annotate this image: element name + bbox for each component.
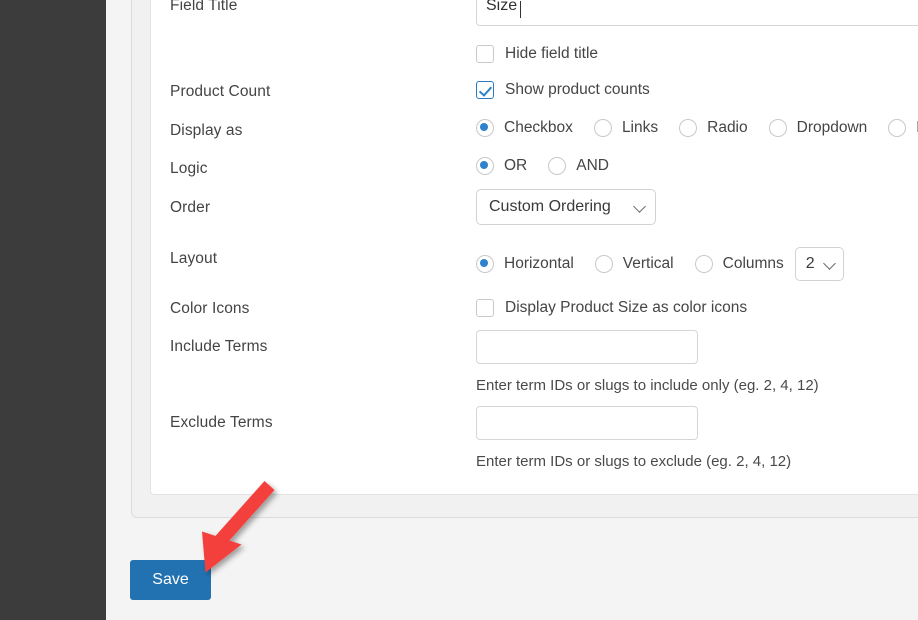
exclude-terms-control: Enter term IDs or slugs to exclude (eg. … — [476, 406, 791, 470]
label-product-count: Product Count — [170, 83, 271, 100]
show-product-counts-label: Show product counts — [505, 81, 650, 98]
display-as-radio-links[interactable] — [593, 119, 612, 137]
layout-radio-columns[interactable] — [694, 255, 713, 273]
order-select-value: Custom Ordering — [489, 198, 611, 215]
product-count-row[interactable]: Show product counts — [476, 81, 650, 99]
label-logic: Logic — [170, 160, 208, 177]
order-control: Custom Ordering — [476, 189, 656, 225]
exclude-terms-input[interactable] — [476, 406, 698, 440]
label-exclude-terms: Exclude Terms — [170, 414, 273, 431]
hide-field-title-row[interactable]: Hide field title — [476, 45, 918, 63]
display-as-label-radio: Radio — [707, 119, 748, 136]
order-select[interactable]: Custom Ordering — [476, 189, 656, 225]
logic-radio-and[interactable] — [548, 157, 567, 175]
admin-sidebar — [0, 0, 106, 620]
logic-label-or: OR — [504, 157, 528, 174]
hide-field-title-checkbox[interactable] — [476, 45, 494, 63]
layout-options: Horizontal Vertical Columns 2 — [476, 247, 844, 281]
color-icons-control: Display Product Size as color icons — [476, 299, 747, 317]
show-product-counts-checkbox[interactable] — [476, 81, 494, 99]
layout-radio-vertical[interactable] — [594, 255, 613, 273]
display-as-radio-dropdown[interactable] — [768, 119, 787, 137]
display-as-options: Checkbox Links Radio Dropdown Mu — [476, 119, 918, 137]
hide-field-title-label: Hide field title — [505, 45, 599, 62]
display-as-label-checkbox: Checkbox — [504, 119, 573, 136]
field-settings-card: Field Title Size Hide field title Produc… — [150, 0, 918, 495]
display-as-radio-radio[interactable] — [679, 119, 698, 137]
label-include-terms: Include Terms — [170, 338, 268, 355]
chevron-down-icon — [634, 201, 646, 213]
exclude-terms-hint: Enter term IDs or slugs to exclude (eg. … — [476, 453, 792, 470]
layout-label-horizontal: Horizontal — [504, 255, 574, 272]
field-title-value: Size — [486, 0, 518, 14]
include-terms-hint: Enter term IDs or slugs to include only … — [476, 377, 819, 394]
display-as-label-links: Links — [621, 119, 659, 136]
text-caret — [520, 1, 521, 18]
columns-count-select[interactable]: 2 — [794, 247, 844, 281]
logic-options: OR AND — [476, 157, 630, 175]
display-as-control: Checkbox Links Radio Dropdown Mu — [476, 119, 918, 137]
product-count-control: Show product counts — [476, 81, 650, 99]
label-color-icons: Color Icons — [170, 300, 250, 317]
display-as-radio-checkbox[interactable] — [476, 119, 494, 137]
logic-control: OR AND — [476, 157, 630, 175]
save-button[interactable]: Save — [130, 560, 211, 600]
label-layout: Layout — [170, 250, 218, 267]
logic-label-and: AND — [576, 157, 609, 174]
chevron-down-icon — [824, 258, 836, 270]
include-terms-control: Enter term IDs or slugs to include only … — [476, 330, 819, 394]
columns-count-value: 2 — [805, 255, 815, 272]
color-icons-row[interactable]: Display Product Size as color icons — [476, 299, 747, 317]
include-terms-input[interactable] — [476, 330, 698, 364]
logic-radio-or[interactable] — [476, 157, 494, 175]
display-as-label-dropdown: Dropdown — [796, 119, 868, 136]
field-title-input[interactable]: Size — [476, 0, 918, 26]
field-title-control: Size Hide field title — [476, 0, 918, 63]
layout-radio-horizontal[interactable] — [476, 255, 494, 273]
label-display-as: Display as — [170, 122, 243, 139]
layout-label-columns: Columns — [722, 255, 784, 272]
display-as-radio-multiselect[interactable] — [888, 119, 907, 137]
layout-label-vertical: Vertical — [622, 255, 674, 272]
color-icons-label: Display Product Size as color icons — [505, 299, 748, 316]
label-order: Order — [170, 199, 211, 216]
label-field-title: Field Title — [170, 0, 238, 14]
screen-root: Field Title Size Hide field title Produc… — [0, 0, 918, 620]
color-icons-checkbox[interactable] — [476, 299, 494, 317]
layout-control: Horizontal Vertical Columns 2 — [476, 247, 844, 281]
